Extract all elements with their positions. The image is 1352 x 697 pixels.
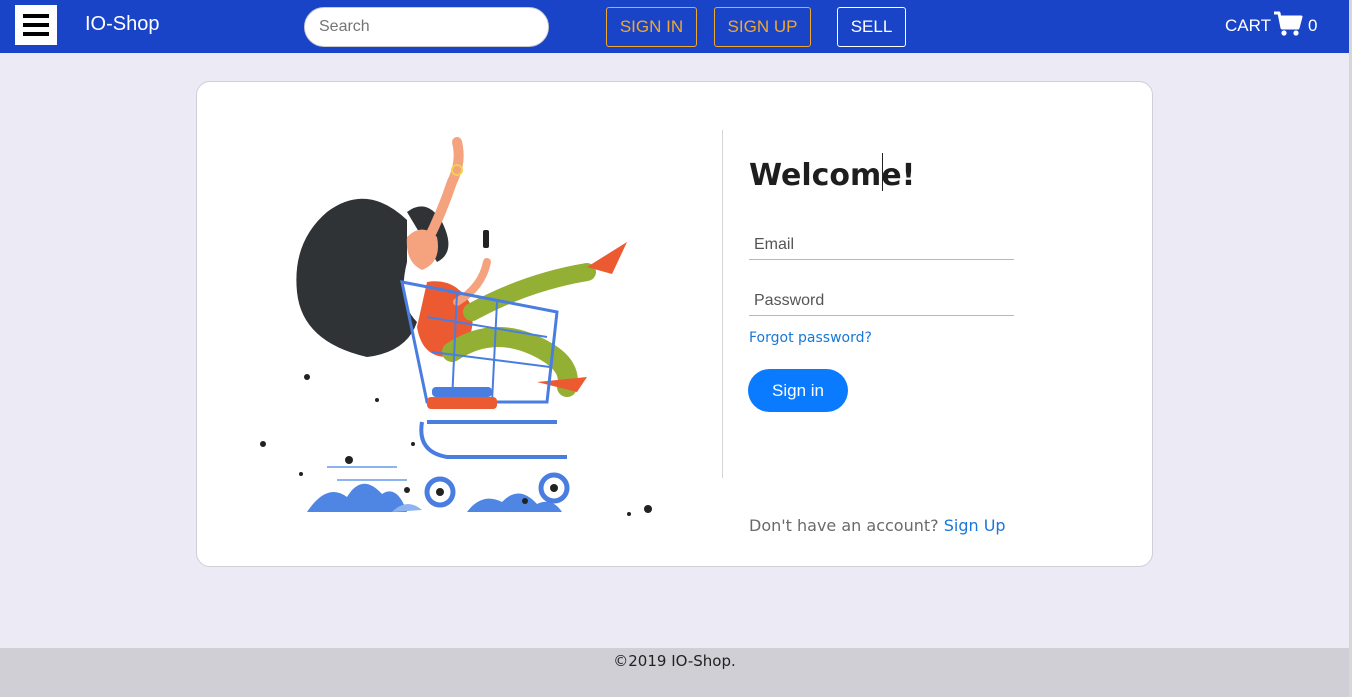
top-navbar: IO-Shop SIGN IN SIGN UP SELL CART 0 [0, 0, 1352, 53]
sell-nav-button[interactable]: SELL [837, 7, 906, 47]
shopping-cart-icon [1273, 11, 1303, 36]
sign-up-link[interactable]: Sign Up [944, 516, 1006, 535]
cart-count: 0 [1307, 16, 1318, 35]
password-field[interactable] [749, 286, 1014, 316]
welcome-heading: Welcome! [749, 158, 916, 193]
cart-label: CART [1225, 16, 1271, 35]
no-account-text: Don't have an account? [749, 516, 939, 535]
vertical-divider [722, 130, 723, 478]
brand-logo[interactable]: IO-Shop [85, 12, 159, 36]
sign-in-button[interactable]: Sign in [748, 369, 848, 412]
text-cursor [882, 153, 883, 191]
copyright-text: ©2019 IO-Shop. [613, 652, 736, 670]
login-card: Welcome! Forgot password? Sign in Don't … [196, 81, 1153, 567]
footer: ©2019 IO-Shop. [0, 648, 1349, 697]
hamburger-menu-icon[interactable] [15, 5, 57, 45]
email-field[interactable] [749, 230, 1014, 260]
sign-up-nav-button[interactable]: SIGN UP [714, 7, 811, 47]
sign-in-nav-button[interactable]: SIGN IN [606, 7, 697, 47]
cart-link[interactable]: CART 0 [1225, 10, 1317, 42]
search-input[interactable] [304, 7, 549, 47]
forgot-password-link[interactable]: Forgot password? [749, 330, 872, 346]
shopping-cart-illustration [260, 137, 652, 516]
signup-prompt: Don't have an account? Sign Up [749, 516, 1006, 535]
